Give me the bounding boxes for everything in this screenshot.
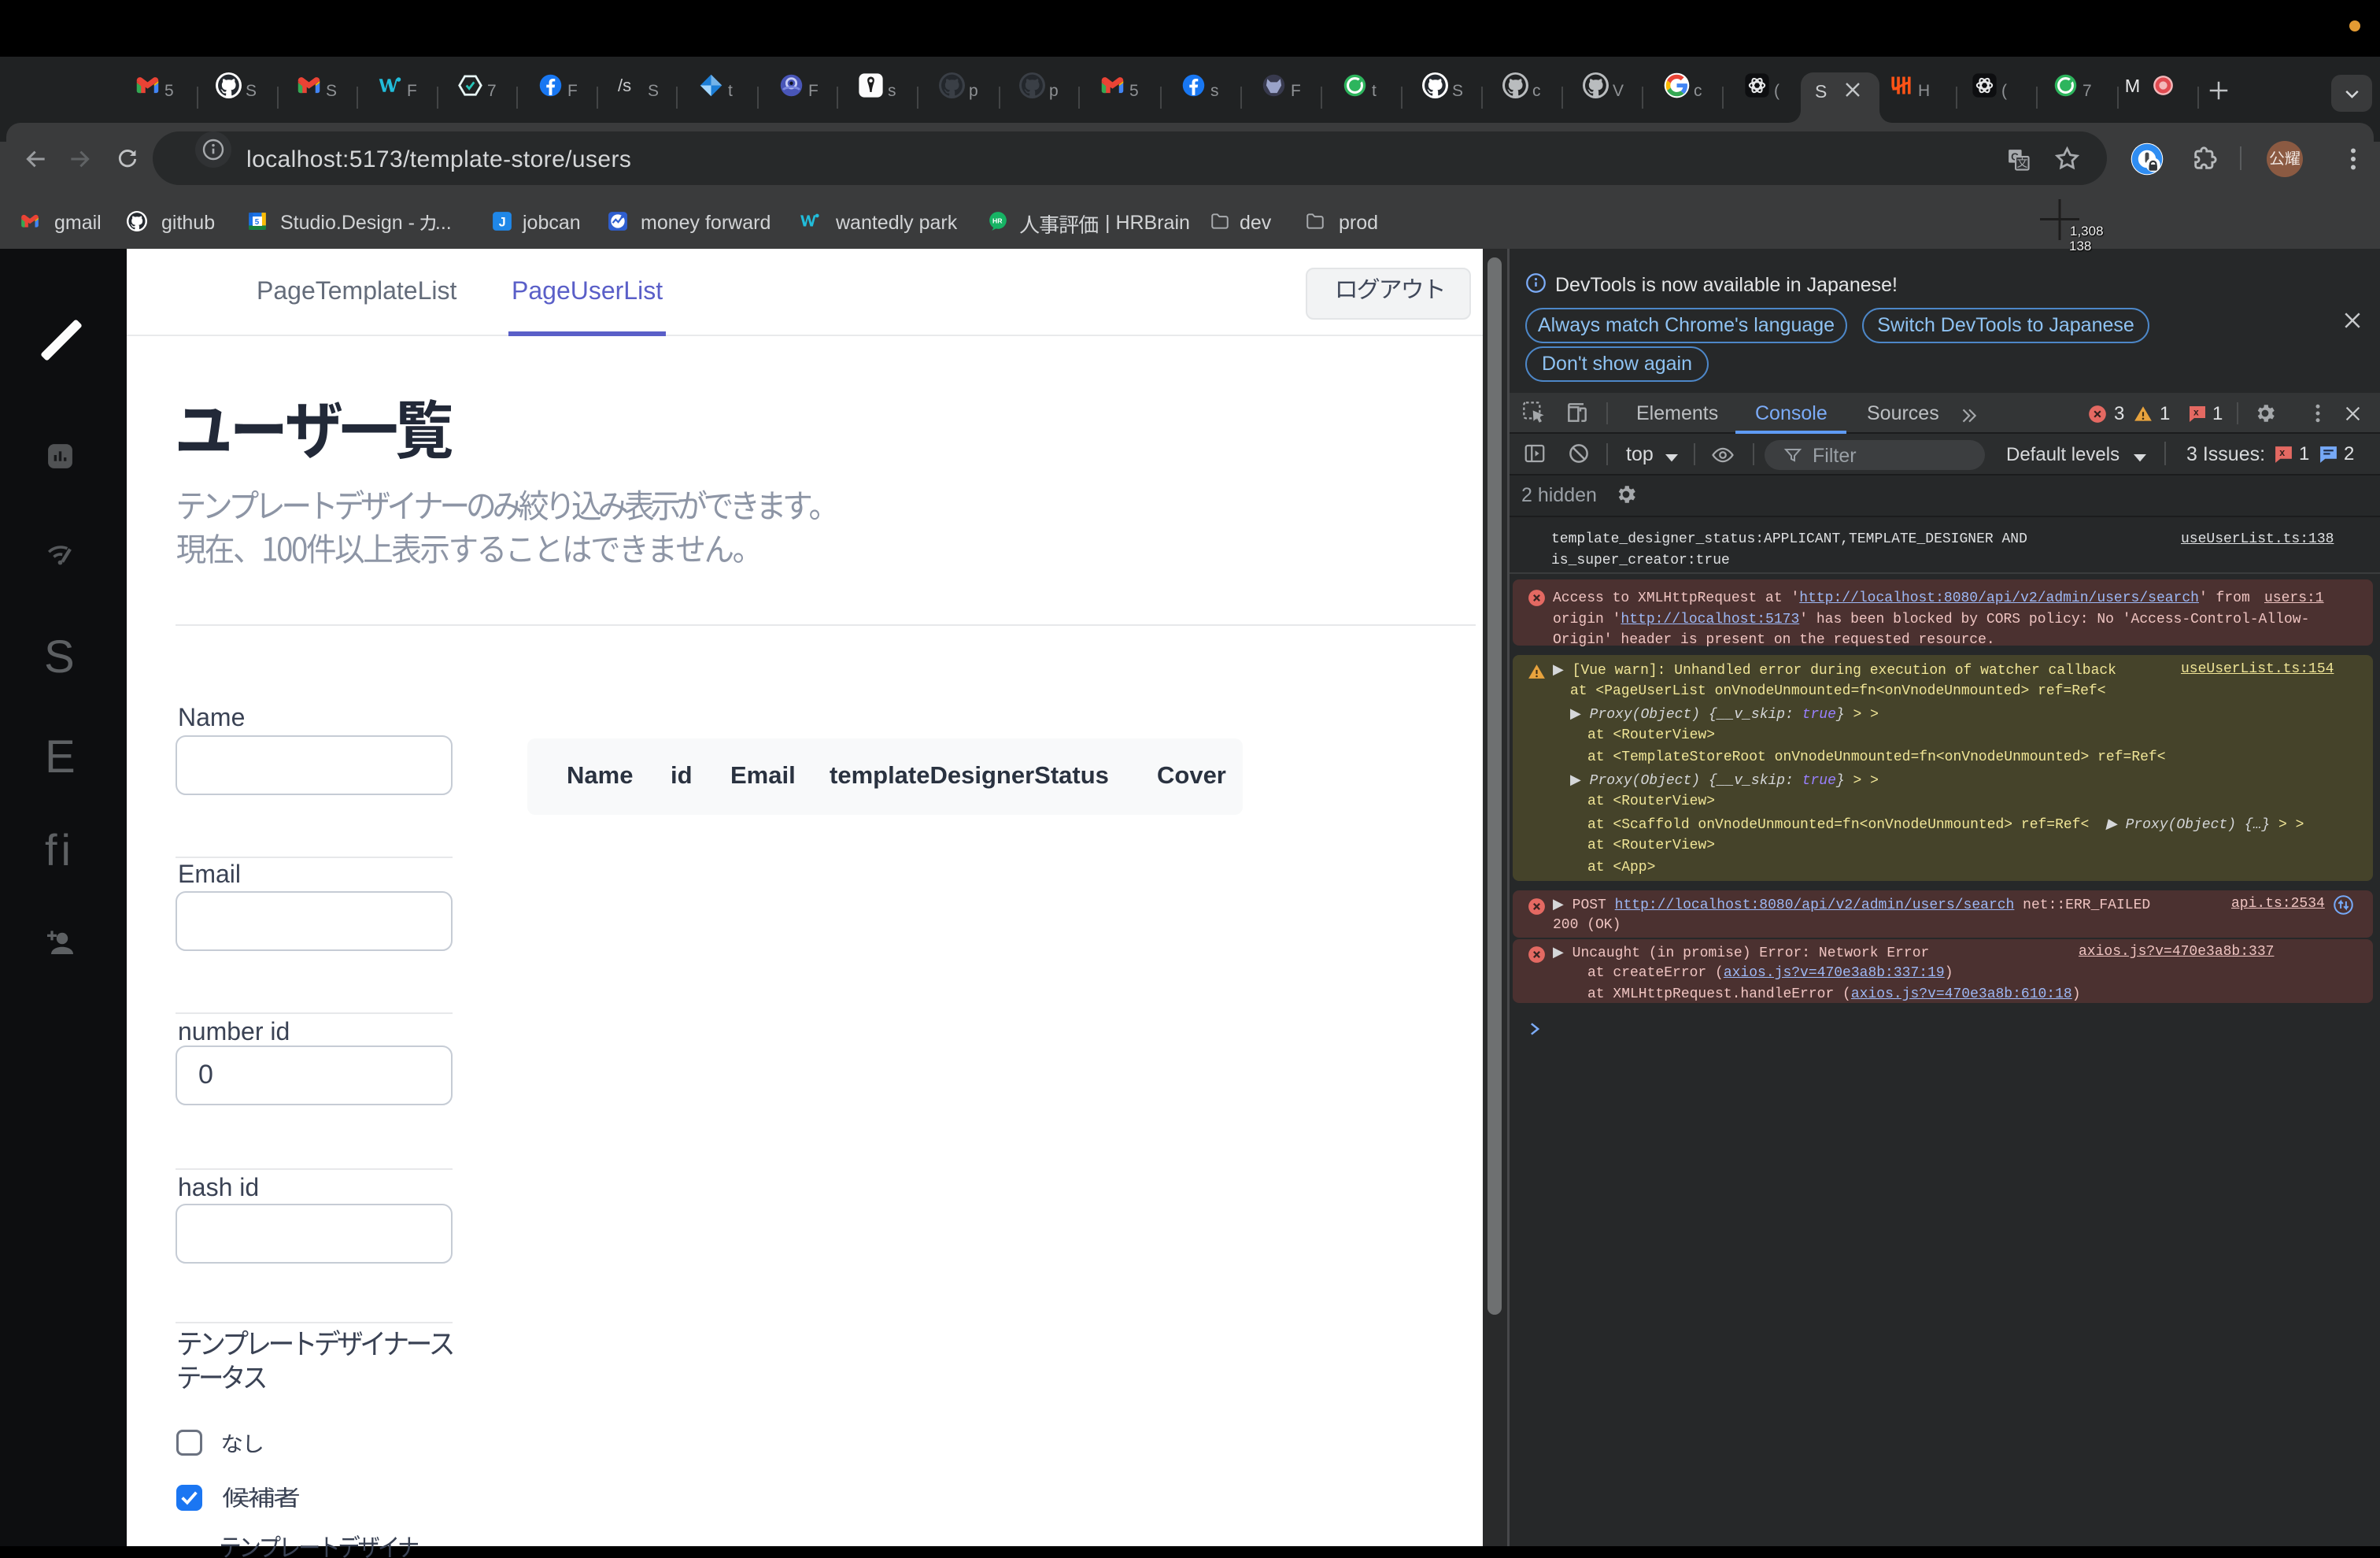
svg-text:J: J (499, 216, 506, 230)
svg-text:HR: HR (992, 217, 1003, 225)
svg-text:M: M (2125, 76, 2140, 96)
svg-text:5: 5 (255, 218, 260, 227)
